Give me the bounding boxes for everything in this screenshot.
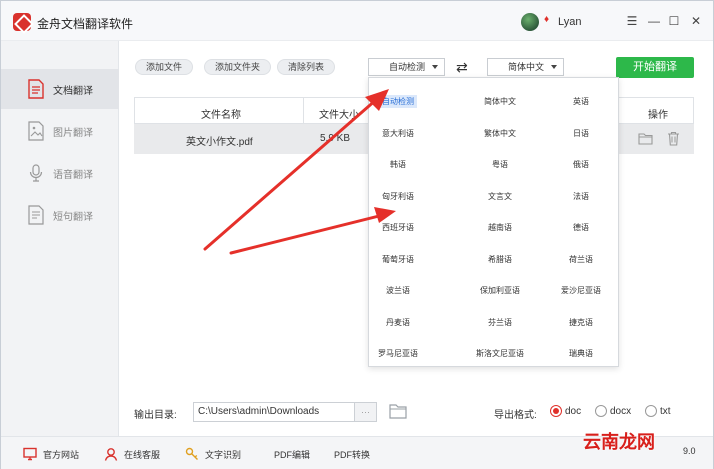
sidebar-item-label: 图片翻译 (53, 127, 93, 139)
version-text: 9.0 (683, 446, 696, 456)
title-bar: 金舟文档翻译软件 ♦ Lyan ☰ — ☐ ✕ (1, 1, 713, 41)
language-option[interactable]: 希腊语 (485, 253, 515, 266)
column-divider (303, 98, 304, 125)
image-icon (27, 121, 45, 141)
sidebar-item-label: 语音翻译 (53, 169, 93, 181)
sidebar-item-image-translate[interactable]: 图片翻译 (1, 111, 119, 151)
output-directory-label: 输出目录: (134, 410, 177, 421)
sidebar: 文档翻译 图片翻译 语音翻译 短句翻译 (1, 41, 119, 436)
language-option[interactable]: 文言文 (485, 190, 515, 203)
language-option[interactable]: 日语 (570, 127, 592, 140)
format-radio-doc[interactable] (550, 405, 562, 417)
app-logo-icon (13, 13, 31, 31)
format-radio-docx[interactable] (595, 405, 607, 417)
language-option[interactable]: 自动检测 (379, 95, 417, 108)
language-option[interactable]: 斯洛文尼亚语 (473, 347, 527, 360)
sidebar-item-document-translate[interactable]: 文档翻译 (1, 69, 119, 109)
clear-list-button[interactable]: 清除列表 (277, 59, 336, 75)
footer-text-recognition[interactable]: 文字识别 (185, 447, 241, 461)
open-folder-icon[interactable] (638, 131, 653, 146)
format-label-txt: txt (660, 406, 671, 417)
close-button[interactable]: ✕ (689, 14, 703, 28)
footer-official-website[interactable]: 官方网站 (23, 447, 79, 461)
language-option[interactable]: 法语 (570, 190, 592, 203)
app-window: 金舟文档翻译软件 ♦ Lyan ☰ — ☐ ✕ 文档翻译 图片翻译 语音翻译 短… (0, 0, 714, 469)
file-name-cell: 英文小作文.pdf (186, 137, 253, 148)
chevron-down-icon (432, 65, 438, 69)
language-option[interactable]: 葡萄牙语 (379, 253, 417, 266)
vip-diamond-icon: ♦ (544, 14, 550, 25)
footer-pdf-edit[interactable]: PDF编辑 (274, 447, 310, 461)
language-option[interactable]: 西班牙语 (379, 221, 417, 234)
microphone-icon (27, 163, 45, 183)
footer-item-label: PDF转换 (334, 449, 371, 460)
user-name[interactable]: Lyan (558, 16, 581, 28)
language-option[interactable]: 粤语 (489, 158, 511, 171)
language-option[interactable]: 匈牙利语 (379, 190, 417, 203)
format-label-docx: docx (610, 406, 632, 417)
language-option[interactable]: 荷兰语 (566, 253, 596, 266)
language-option[interactable]: 丹麦语 (383, 316, 413, 329)
monitor-icon (23, 447, 37, 461)
format-radio-txt[interactable] (645, 405, 657, 417)
column-header-name: 文件名称 (201, 110, 241, 121)
start-translate-button[interactable]: 开始翻译 (616, 57, 694, 78)
language-option[interactable]: 波兰语 (383, 284, 413, 297)
target-language-select[interactable]: 简体中文 (487, 58, 564, 76)
language-option[interactable]: 瑞典语 (566, 347, 596, 360)
maximize-button[interactable]: ☐ (667, 14, 681, 28)
column-header-size: 文件大小 (319, 110, 359, 121)
language-option[interactable]: 德语 (570, 221, 592, 234)
language-option[interactable]: 捷克语 (566, 316, 596, 329)
chevron-down-icon (551, 65, 557, 69)
language-dropdown: 自动检测 简体中文 英语意大利语 繁体中文 日语韩语 粤语 俄语匈牙利语 文言文 法语西班牙语 越… (368, 77, 619, 367)
customer-service-icon (104, 447, 118, 461)
footer-item-label: 官方网站 (43, 449, 80, 460)
source-language-select[interactable]: 自动检测 (368, 58, 445, 76)
watermark: 云南龙网 (583, 432, 655, 452)
language-option[interactable]: 芬兰语 (485, 316, 515, 329)
file-size-cell: 5.9 KB (320, 133, 351, 144)
key-icon (185, 447, 199, 461)
footer-item-label: 在线客服 (124, 449, 161, 460)
source-language-value: 自动检测 (389, 62, 426, 72)
menu-button[interactable]: ☰ (625, 14, 639, 28)
sidebar-item-voice-translate[interactable]: 语音翻译 (1, 153, 119, 193)
sidebar-item-sentence-translate[interactable]: 短句翻译 (1, 195, 119, 235)
open-folder-icon[interactable] (389, 403, 407, 419)
language-option[interactable]: 繁体中文 (481, 127, 519, 140)
footer-item-label: PDF编辑 (274, 449, 311, 460)
user-avatar[interactable] (521, 13, 539, 31)
language-option[interactable]: 保加利亚语 (477, 284, 523, 297)
footer-pdf-convert[interactable]: PDF转换 (334, 447, 370, 461)
add-file-button[interactable]: 添加文件 (135, 59, 194, 75)
document-icon (27, 79, 45, 99)
minimize-button[interactable]: — (647, 14, 661, 28)
format-label-doc: doc (565, 406, 582, 417)
language-option[interactable]: 韩语 (387, 158, 409, 171)
output-directory-field[interactable]: C:\Users\admin\Downloads (193, 402, 355, 422)
language-option[interactable]: 爱沙尼亚语 (558, 284, 604, 297)
language-option[interactable]: 英语 (570, 95, 592, 108)
language-option[interactable]: 简体中文 (481, 95, 519, 108)
language-option[interactable]: 俄语 (570, 158, 592, 171)
footer-online-support[interactable]: 在线客服 (104, 447, 160, 461)
browse-directory-button[interactable]: ··· (355, 402, 377, 422)
sidebar-item-label: 文档翻译 (53, 85, 93, 97)
text-icon (27, 205, 45, 225)
language-option[interactable]: 罗马尼亚语 (375, 347, 421, 360)
column-header-operation: 操作 (648, 110, 668, 121)
swap-languages-icon[interactable]: ⇄ (456, 60, 468, 74)
language-option[interactable]: 意大利语 (379, 127, 417, 140)
target-language-value: 简体中文 (508, 62, 545, 72)
add-folder-button[interactable]: 添加文件夹 (204, 59, 272, 75)
trash-icon[interactable] (666, 131, 681, 146)
app-title: 金舟文档翻译软件 (37, 17, 134, 31)
sidebar-item-label: 短句翻译 (53, 211, 93, 223)
language-option[interactable]: 越南语 (485, 221, 515, 234)
export-format-label: 导出格式: (494, 410, 537, 421)
footer-item-label: 文字识别 (205, 449, 242, 460)
